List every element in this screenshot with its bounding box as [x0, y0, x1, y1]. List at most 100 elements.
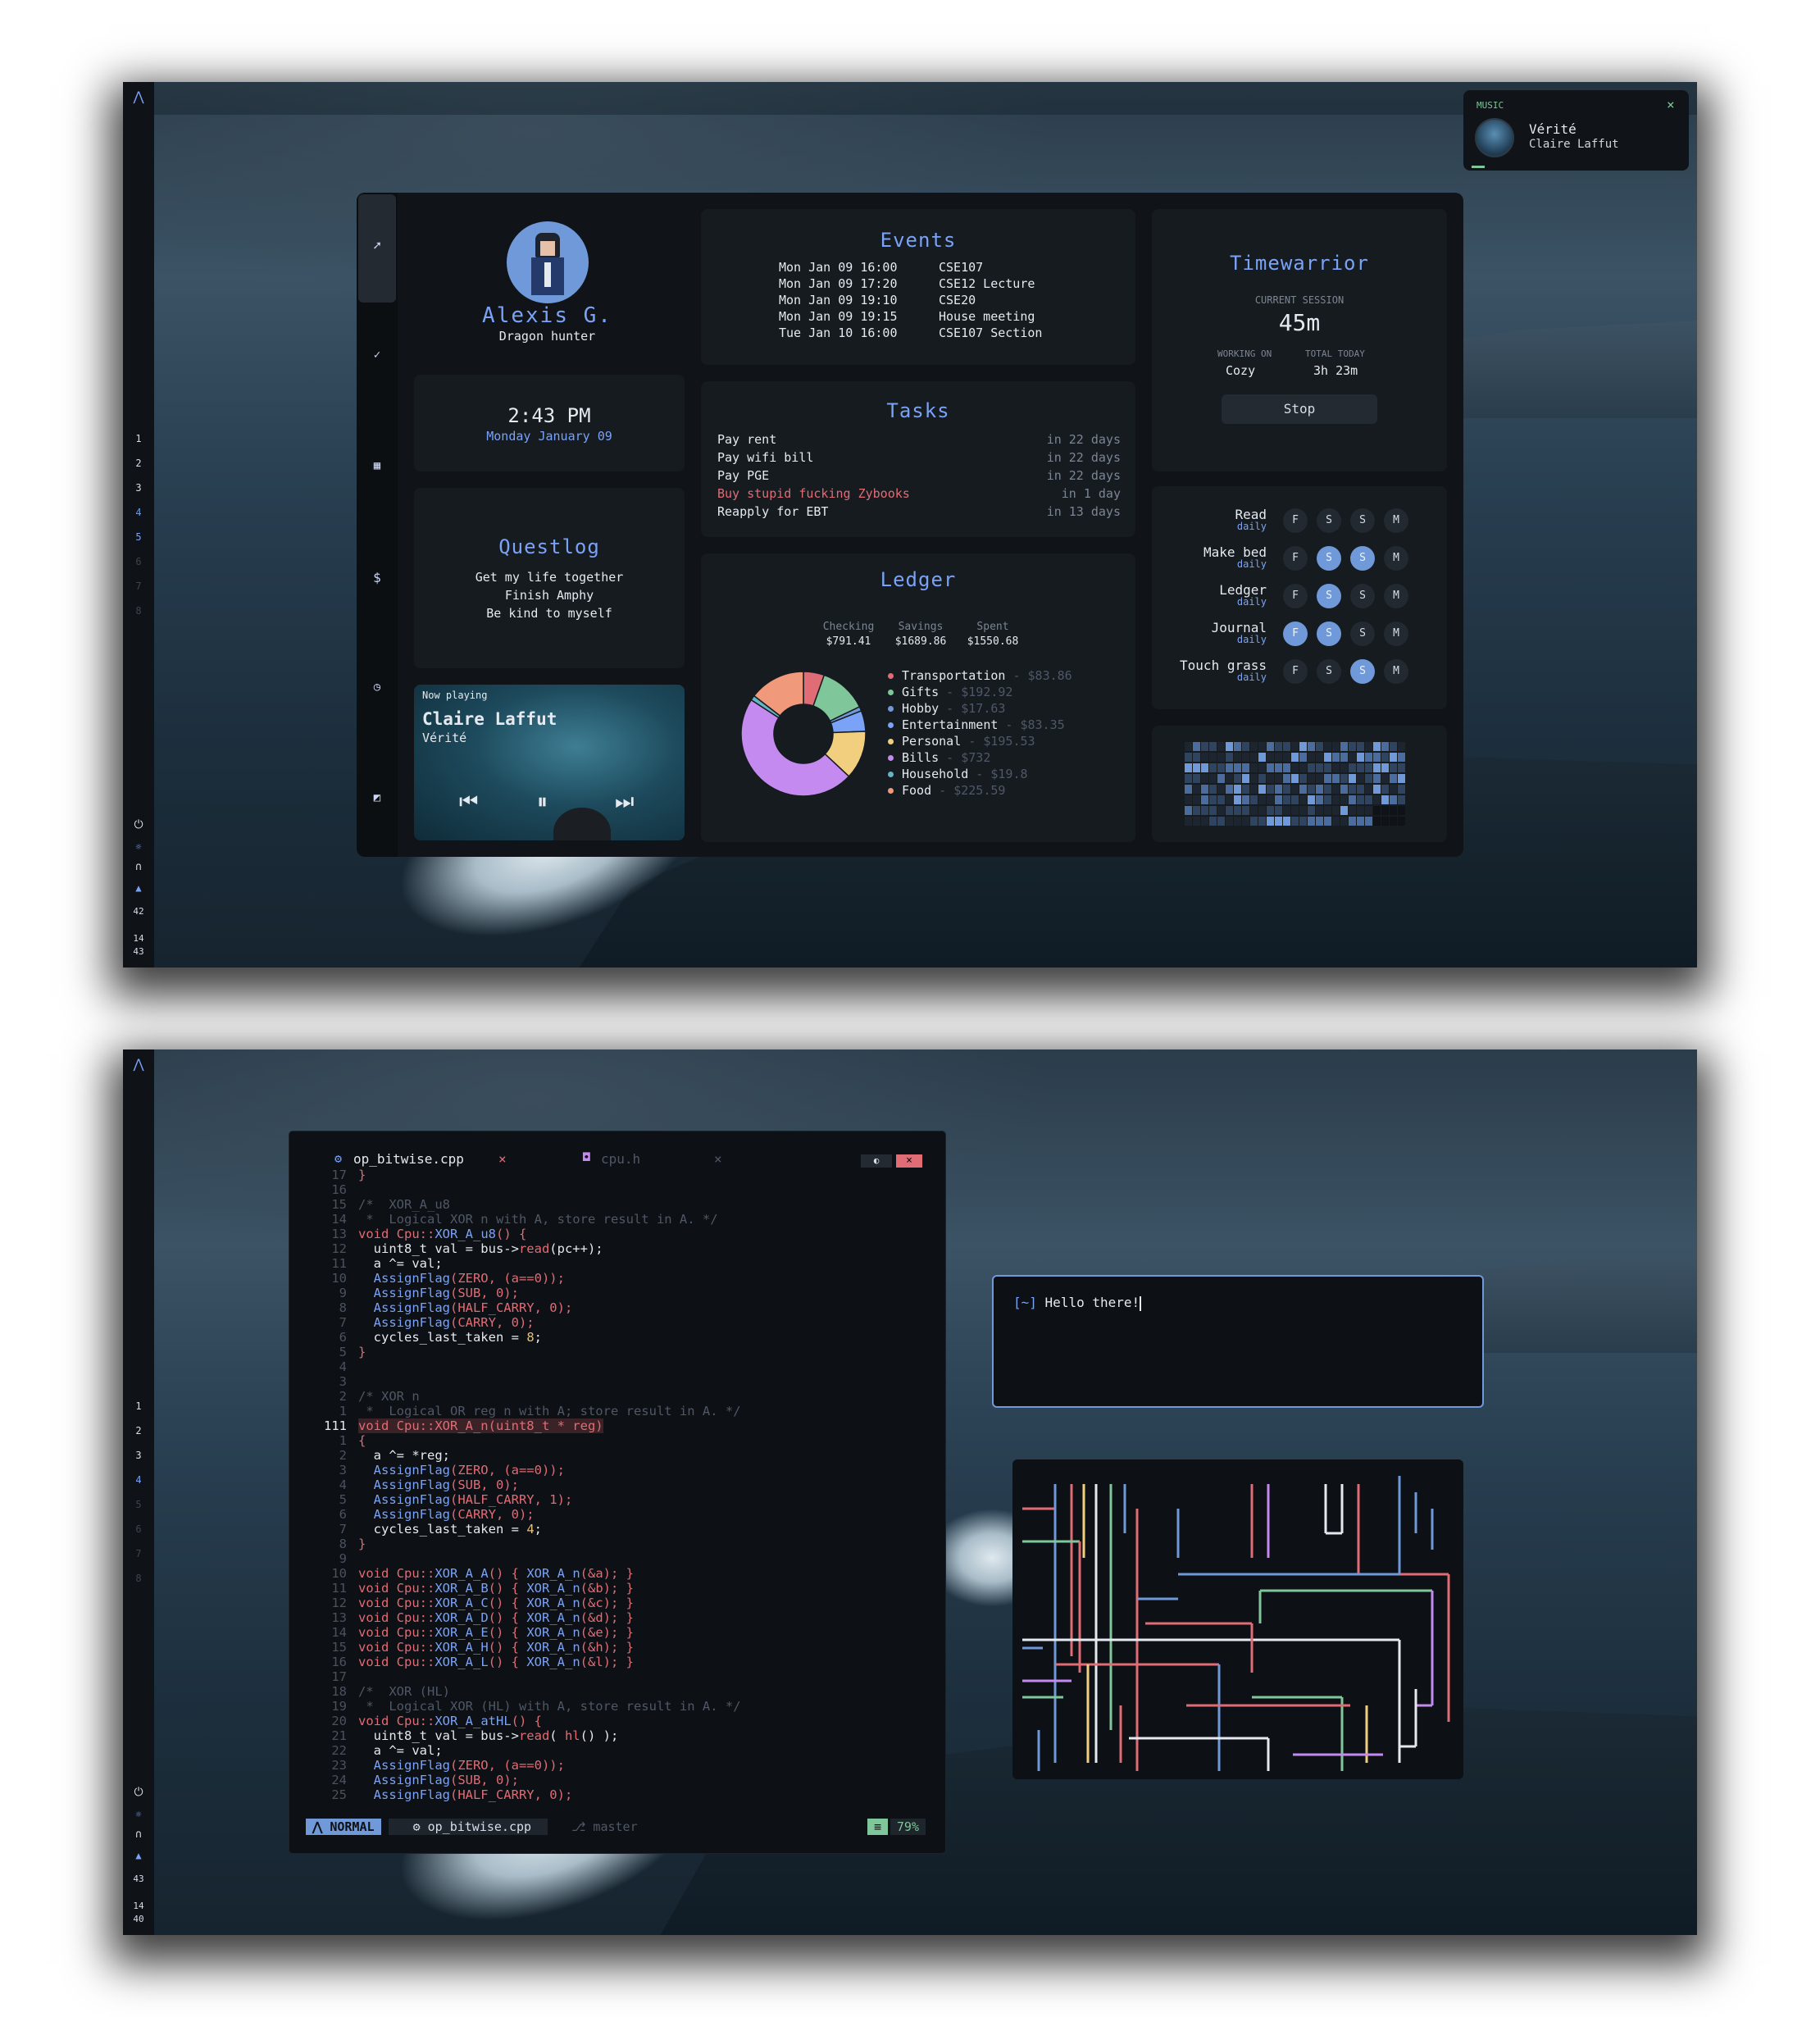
heatmap-cell	[1316, 806, 1323, 815]
workspace-4[interactable]: 4	[123, 1474, 154, 1486]
heatmap-cell	[1258, 742, 1266, 751]
habit-day-toggle[interactable]: S	[1350, 659, 1375, 684]
heatmap-cell	[1217, 817, 1225, 826]
workspace-5[interactable]: 5	[123, 531, 154, 543]
terminal-window[interactable]: [~] Hello there!	[992, 1275, 1484, 1408]
rocket-icon[interactable]: ➚	[357, 238, 398, 253]
heatmap-cell	[1201, 753, 1208, 762]
arch-logo-icon[interactable]: ⋀	[123, 89, 154, 104]
habit-day-toggle[interactable]: S	[1350, 508, 1375, 533]
habit-day-toggle[interactable]: S	[1317, 659, 1341, 684]
pause-icon[interactable]: ⏸	[537, 790, 548, 815]
habit-day-toggle[interactable]: M	[1384, 584, 1408, 608]
workspace-8[interactable]: 8	[123, 1573, 154, 1584]
task-name[interactable]: Buy stupid fucking Zybooks	[717, 486, 910, 501]
heatmap-cell	[1250, 742, 1258, 751]
neovim-window[interactable]: ⚙ op_bitwise.cpp × ◘ cpu.h × ◐ × 17} 16 15…	[289, 1131, 945, 1853]
habit-day-toggle[interactable]: S	[1317, 546, 1341, 571]
brightness-icon[interactable]: ☼	[123, 1809, 154, 1820]
heatmap-cell	[1217, 785, 1225, 794]
calendar-icon[interactable]: ▦	[357, 459, 398, 472]
tab-cpu-h[interactable]: cpu.h	[601, 1151, 640, 1167]
workspace-6[interactable]: 6	[123, 556, 154, 567]
workspace-1[interactable]: 1	[123, 433, 154, 444]
habit-day-toggle[interactable]: F	[1283, 659, 1308, 684]
headphones-icon[interactable]: ∩	[123, 861, 154, 873]
heatmap-cell	[1308, 774, 1315, 783]
workspace-1[interactable]: 1	[123, 1400, 154, 1412]
habit-day-toggle[interactable]: S	[1317, 621, 1341, 646]
heatmap-cell	[1242, 742, 1249, 751]
tab-op-bitwise[interactable]: op_bitwise.cpp	[353, 1151, 464, 1167]
legend-swatch	[888, 706, 894, 712]
notification-close-icon[interactable]: ×	[1667, 97, 1675, 112]
headphones-icon[interactable]: ∩	[123, 1828, 154, 1841]
habit-day-toggle[interactable]: F	[1283, 621, 1308, 646]
habit-day-toggle[interactable]: S	[1317, 508, 1341, 533]
line-number: 14	[331, 1212, 347, 1227]
code-token: (SUB, 0);	[449, 1286, 519, 1300]
legend-item: Food - $225.59	[902, 783, 1005, 798]
habit-day-toggle[interactable]: S	[1317, 584, 1341, 608]
habit-day-toggle[interactable]: F	[1283, 584, 1308, 608]
task-name[interactable]: Pay PGE	[717, 468, 769, 483]
clock-icon[interactable]: ◷	[357, 681, 398, 694]
heatmap-cell	[1390, 817, 1397, 826]
task-name[interactable]: Pay rent	[717, 432, 776, 447]
code-buffer[interactable]: 17} 16 15/* XOR_A_u8 14 * Logical XOR n wit…	[306, 1168, 929, 1807]
legend-category: Transportation	[902, 668, 1006, 683]
check-circle-icon[interactable]: ✓	[357, 348, 398, 362]
workspace-3[interactable]: 3	[123, 1450, 154, 1461]
habit-day-toggle[interactable]: M	[1384, 546, 1408, 571]
habit-day-toggle[interactable]: F	[1283, 508, 1308, 533]
workspace-2[interactable]: 2	[123, 1425, 154, 1436]
toggle-icon[interactable]: ◐	[861, 1154, 892, 1168]
heatmap-cell	[1242, 795, 1249, 804]
music-notification[interactable]: MUSIC × Vérité Claire Laffut	[1463, 90, 1689, 171]
habit-day-toggle[interactable]: S	[1350, 621, 1375, 646]
habit-day-toggle[interactable]: S	[1350, 546, 1375, 571]
habit-day-toggle[interactable]: S	[1350, 584, 1375, 608]
workspace-7[interactable]: 7	[123, 1548, 154, 1559]
tab-close-icon[interactable]: ×	[498, 1151, 507, 1167]
stop-button[interactable]: Stop	[1222, 394, 1377, 424]
habit-day-toggle[interactable]: M	[1384, 621, 1408, 646]
heatmap-cell	[1308, 785, 1315, 794]
tab-close-icon[interactable]: ×	[714, 1151, 722, 1167]
legend-category: Gifts	[902, 685, 940, 699]
legend-item: Gifts - $192.92	[902, 685, 1012, 699]
event-title: CSE107	[939, 260, 984, 275]
brightness-icon[interactable]: ☼	[123, 841, 154, 853]
heatmap-cell	[1332, 753, 1340, 762]
code-line: 11 void Cpu::XOR_A_B() { XOR_A_n(&b); }	[306, 1581, 929, 1596]
workspace-3[interactable]: 3	[123, 482, 154, 494]
heatmap-cell	[1390, 753, 1397, 762]
code-line: 10 void Cpu::XOR_A_A() { XOR_A_n(&a); }	[306, 1566, 929, 1581]
task-due: in 22 days	[1046, 468, 1121, 483]
workspace-4[interactable]: 4	[123, 507, 154, 518]
workspace-7[interactable]: 7	[123, 581, 154, 592]
habit-day-toggle[interactable]: M	[1384, 659, 1408, 684]
previous-track-icon[interactable]: ⏮	[459, 790, 478, 815]
arch-logo-icon[interactable]: ⋀	[123, 1056, 154, 1072]
files-icon[interactable]: ◩	[357, 791, 398, 804]
power-icon[interactable]: ⏻	[123, 818, 154, 831]
code-token: Cpu::	[396, 1227, 435, 1241]
habit-day-toggle[interactable]: F	[1283, 546, 1308, 571]
dollar-icon[interactable]: $	[357, 570, 398, 585]
workspace-5[interactable]: 5	[123, 1499, 154, 1510]
current-session-value: 45m	[1278, 309, 1321, 336]
heatmap-cell	[1250, 806, 1258, 815]
bell-icon[interactable]: ▲	[123, 882, 154, 894]
next-track-icon[interactable]: ⏭	[615, 790, 634, 815]
habit-day-toggle[interactable]: M	[1384, 508, 1408, 533]
workspace-2[interactable]: 2	[123, 458, 154, 469]
close-window-icon[interactable]: ×	[896, 1154, 922, 1168]
task-name[interactable]: Pay wifi bill	[717, 450, 813, 465]
bell-icon[interactable]: ▲	[123, 1850, 154, 1861]
task-name[interactable]: Reapply for EBT	[717, 504, 828, 519]
heatmap-cell	[1250, 774, 1258, 783]
power-icon[interactable]: ⏻	[123, 1786, 154, 1799]
workspace-8[interactable]: 8	[123, 605, 154, 617]
workspace-6[interactable]: 6	[123, 1523, 154, 1535]
